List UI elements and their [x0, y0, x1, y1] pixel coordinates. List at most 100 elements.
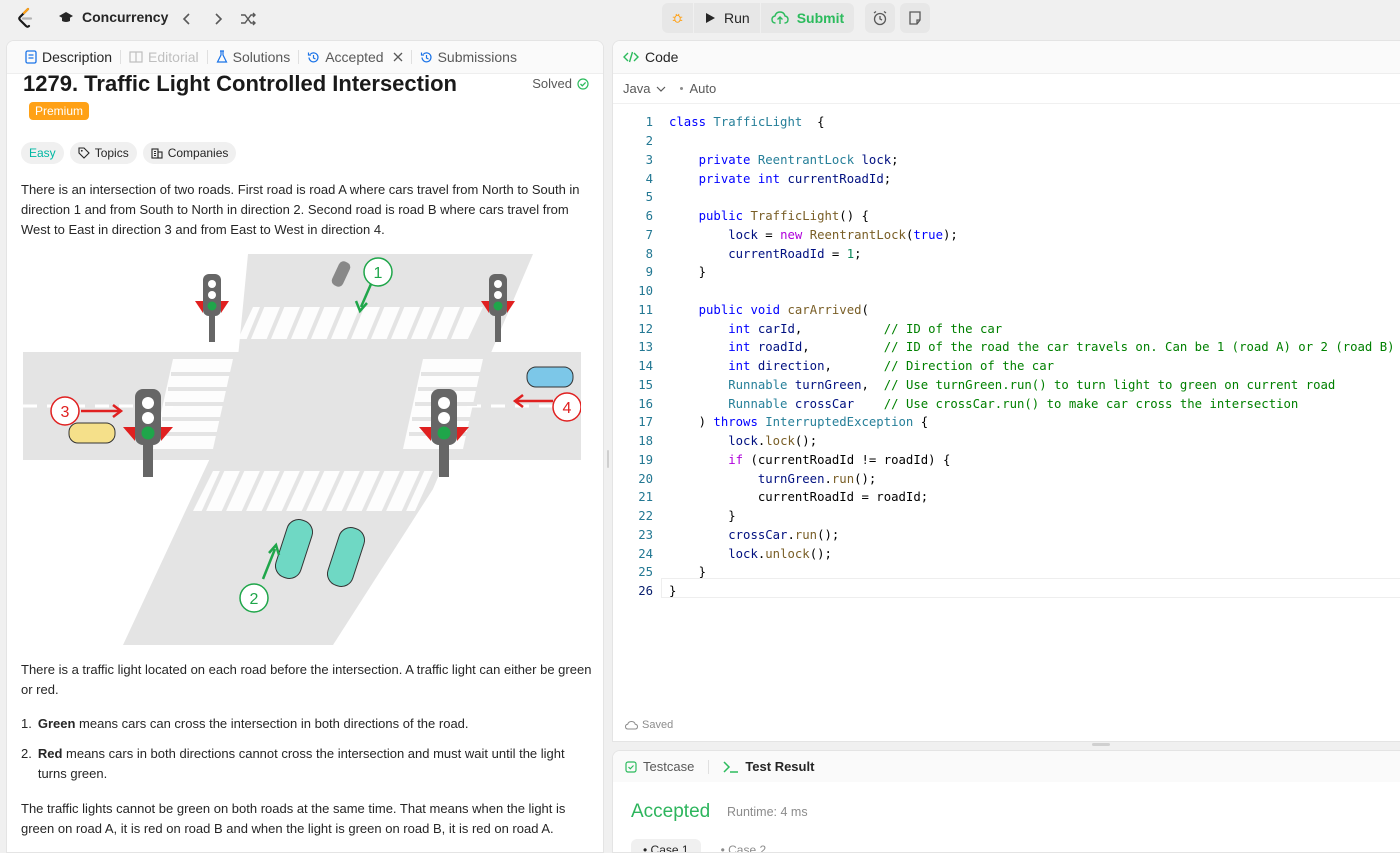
code-text: public TrafficLight() { [698, 209, 869, 224]
leetcode-logo-icon[interactable] [14, 6, 38, 30]
light-rules-list: 1. Green means cars can cross the inters… [21, 714, 593, 794]
vertical-resize-handle[interactable] [607, 450, 609, 468]
code-line[interactable]: 3 private ReentrantLock lock; [613, 151, 1400, 170]
code-line[interactable]: 16 Runnable crossCar // Use crossCar.run… [613, 394, 1400, 413]
companies-button[interactable]: Companies [142, 142, 237, 164]
diagram-label-2: 2 [250, 591, 259, 608]
graduation-cap-icon [59, 12, 73, 22]
traffic-light-north-west [195, 274, 229, 342]
code-line[interactable]: 21 currentRoadId = roadId; [613, 488, 1400, 507]
line-number: 4 [645, 171, 653, 186]
debug-button[interactable] [662, 3, 694, 33]
case-tab[interactable]: • Case 1 [631, 839, 701, 852]
code-line[interactable]: 14 int direction, // Direction of the ca… [613, 357, 1400, 376]
shuffle-icon[interactable] [238, 9, 258, 29]
code-line[interactable]: 26} [613, 582, 1400, 601]
code-line[interactable]: 23 crossCar.run(); [613, 526, 1400, 545]
tab-description[interactable]: Description [17, 49, 120, 65]
tab-testcase[interactable]: Testcase [625, 759, 694, 774]
topics-label: Topics [94, 146, 129, 160]
code-line[interactable]: 12 int carId, // ID of the car [613, 319, 1400, 338]
flask-icon [216, 50, 228, 63]
line-number: 26 [638, 584, 653, 599]
line-number: 15 [638, 377, 653, 392]
line-number: 22 [638, 509, 653, 524]
chevron-left-icon[interactable] [177, 9, 197, 29]
tab-accepted[interactable]: Accepted [299, 49, 410, 65]
code-text: } [669, 584, 677, 599]
code-line[interactable]: 18 lock.lock(); [613, 432, 1400, 451]
tab-editorial-label: Editorial [148, 49, 199, 65]
code-text: crossCar.run(); [728, 527, 840, 542]
code-line[interactable]: 19 if (currentRoadId != roadId) { [613, 451, 1400, 470]
verdict-label: Accepted [631, 801, 711, 822]
auto-mode[interactable]: Auto [680, 81, 716, 96]
language-label: Java [623, 81, 651, 96]
diagram-label-4: 4 [563, 400, 572, 417]
code-line[interactable]: 11 public void carArrived( [613, 301, 1400, 320]
code-line[interactable]: 1 class TrafficLight { [613, 113, 1400, 132]
code-line[interactable]: 7 lock = new ReentrantLock(true); [613, 226, 1400, 245]
case-tab[interactable]: • Case 2 [709, 839, 779, 853]
tab-divider [708, 759, 710, 774]
close-icon[interactable] [393, 52, 403, 62]
notes-button[interactable] [900, 3, 930, 33]
case-label: Case 2 [728, 843, 767, 853]
tab-solutions[interactable]: Solutions [208, 49, 299, 65]
editor-toolbar: Java Auto [613, 74, 1400, 104]
code-line[interactable]: 9 } [613, 263, 1400, 282]
code-text: int direction, // Direction of the car [728, 359, 1055, 374]
bug-icon [672, 13, 683, 23]
line-number: 17 [638, 415, 653, 430]
code-line[interactable]: 17 ) throws InterruptedException { [613, 413, 1400, 432]
tab-test-result[interactable]: Test Result [723, 759, 814, 774]
code-header: Code [613, 41, 1400, 74]
code-panel: Code Java Auto 1 class TrafficLight {2 3 p… [612, 40, 1400, 742]
code-line[interactable]: 5 [613, 188, 1400, 207]
dot-icon [680, 87, 684, 90]
line-number: 9 [645, 265, 653, 280]
code-line[interactable]: 6 public TrafficLight() { [613, 207, 1400, 226]
tab-submissions[interactable]: Submissions [412, 49, 525, 65]
code-text: private int currentRoadId; [698, 171, 892, 186]
tab-description-label: Description [42, 49, 113, 65]
code-line[interactable]: 8 currentRoadId = 1; [613, 244, 1400, 263]
code-text: Runnable crossCar // Use crossCar.run() … [728, 396, 1299, 411]
line-number: 12 [638, 321, 653, 336]
language-select[interactable]: Java [623, 81, 666, 96]
submit-button[interactable]: Submit [761, 3, 854, 33]
line-number: 11 [638, 302, 653, 317]
note-icon [909, 11, 921, 25]
line-number: 16 [638, 396, 653, 411]
horizontal-resize-handle[interactable] [1092, 743, 1110, 746]
code-text: Runnable turnGreen, // Use turnGreen.run… [728, 377, 1336, 392]
code-editor[interactable]: 1 class TrafficLight {2 3 private Reentran… [613, 113, 1400, 601]
code-line[interactable]: 4 private int currentRoadId; [613, 169, 1400, 188]
code-text: currentRoadId = roadId; [757, 490, 929, 505]
terminal-icon [723, 760, 739, 773]
code-line[interactable]: 20 turnGreen.run(); [613, 469, 1400, 488]
code-line[interactable]: 2 [613, 132, 1400, 151]
code-text: public void carArrived( [698, 302, 869, 317]
problem-list-button[interactable]: Concurrency [58, 9, 168, 25]
run-button[interactable]: Run [694, 3, 761, 33]
run-submit-group: Run Submit [662, 3, 855, 33]
code-line[interactable]: 22 } [613, 507, 1400, 526]
line-number: 6 [645, 209, 653, 224]
code-line[interactable]: 13 int roadId, // ID of the road the car… [613, 338, 1400, 357]
chevron-right-icon[interactable] [208, 9, 228, 29]
code-line[interactable]: 25 } [613, 563, 1400, 582]
code-text: } [669, 265, 707, 280]
code-line[interactable]: 15 Runnable turnGreen, // Use turnGreen.… [613, 376, 1400, 395]
building-icon [151, 148, 163, 159]
code-line[interactable]: 10 [613, 282, 1400, 301]
topics-button[interactable]: Topics [69, 142, 137, 164]
tab-editorial[interactable]: Editorial [121, 49, 207, 65]
closing-paragraph: The traffic lights cannot be green on bo… [21, 801, 566, 836]
code-line[interactable]: 24 lock.unlock(); [613, 544, 1400, 563]
run-label: Run [724, 10, 750, 26]
code-text: lock.lock(); [728, 434, 818, 449]
list-item: 1. Green means cars can cross the inters… [21, 714, 593, 734]
code-text: class TrafficLight { [669, 115, 825, 130]
timer-button[interactable] [865, 3, 895, 33]
